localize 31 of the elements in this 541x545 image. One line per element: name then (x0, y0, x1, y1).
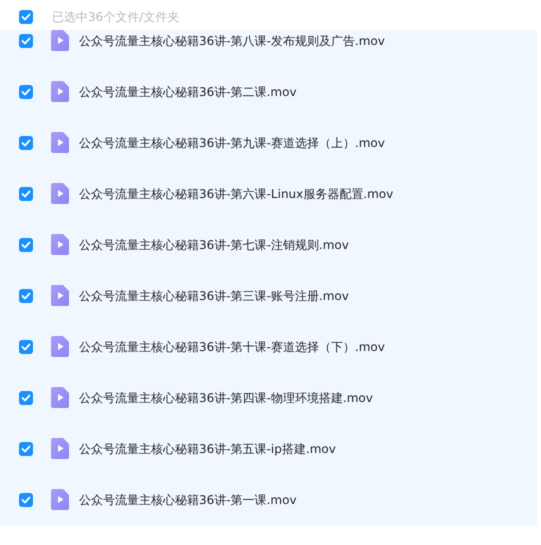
file-name[interactable]: 公众号流量主核心秘籍36讲-第九课-赛道选择（上）.mov (79, 134, 385, 152)
video-file-icon (51, 234, 69, 255)
checkbox[interactable] (19, 84, 33, 98)
checkbox[interactable] (19, 340, 33, 354)
video-file-icon (51, 183, 69, 204)
file-name[interactable]: 公众号流量主核心秘籍36讲-第七课-注销规则.mov (79, 236, 349, 254)
video-file-icon (51, 132, 69, 153)
file-name[interactable]: 公众号流量主核心秘籍36讲-第四课-物理环境搭建.mov (79, 388, 373, 406)
checkbox[interactable] (19, 288, 33, 302)
video-file-icon (51, 336, 69, 357)
file-name[interactable]: 公众号流量主核心秘籍36讲-第五课-ip搭建.mov (79, 440, 336, 458)
checkbox[interactable] (19, 10, 33, 24)
video-file-icon (51, 438, 69, 459)
checkbox[interactable] (19, 186, 33, 200)
checkbox[interactable] (19, 238, 33, 252)
file-name[interactable]: 公众号流量主核心秘籍36讲-第六课-Linux服务器配置.mov (79, 184, 394, 202)
checkbox[interactable] (19, 136, 33, 150)
checkbox[interactable] (19, 34, 33, 48)
video-file-icon (51, 81, 69, 102)
file-name[interactable]: 公众号流量主核心秘籍36讲-第十课-赛道选择（下）.mov (79, 338, 385, 356)
file-name[interactable]: 公众号流量主核心秘籍36讲-第八课-发布规则及广告.mov (79, 32, 385, 50)
selection-count: 已选中36个文件/文件夹 (52, 8, 180, 26)
video-file-icon (51, 387, 69, 408)
video-file-icon (51, 489, 69, 510)
checkbox[interactable] (19, 442, 33, 456)
file-name[interactable]: 公众号流量主核心秘籍36讲-第二课.mov (79, 82, 297, 100)
file-name[interactable]: 公众号流量主核心秘籍36讲-第三课-账号注册.mov (79, 286, 349, 304)
file-name[interactable]: 公众号流量主核心秘籍36讲-第一课.mov (79, 490, 297, 508)
video-file-icon (51, 285, 69, 306)
checkbox[interactable] (19, 492, 33, 506)
checkbox[interactable] (19, 390, 33, 404)
